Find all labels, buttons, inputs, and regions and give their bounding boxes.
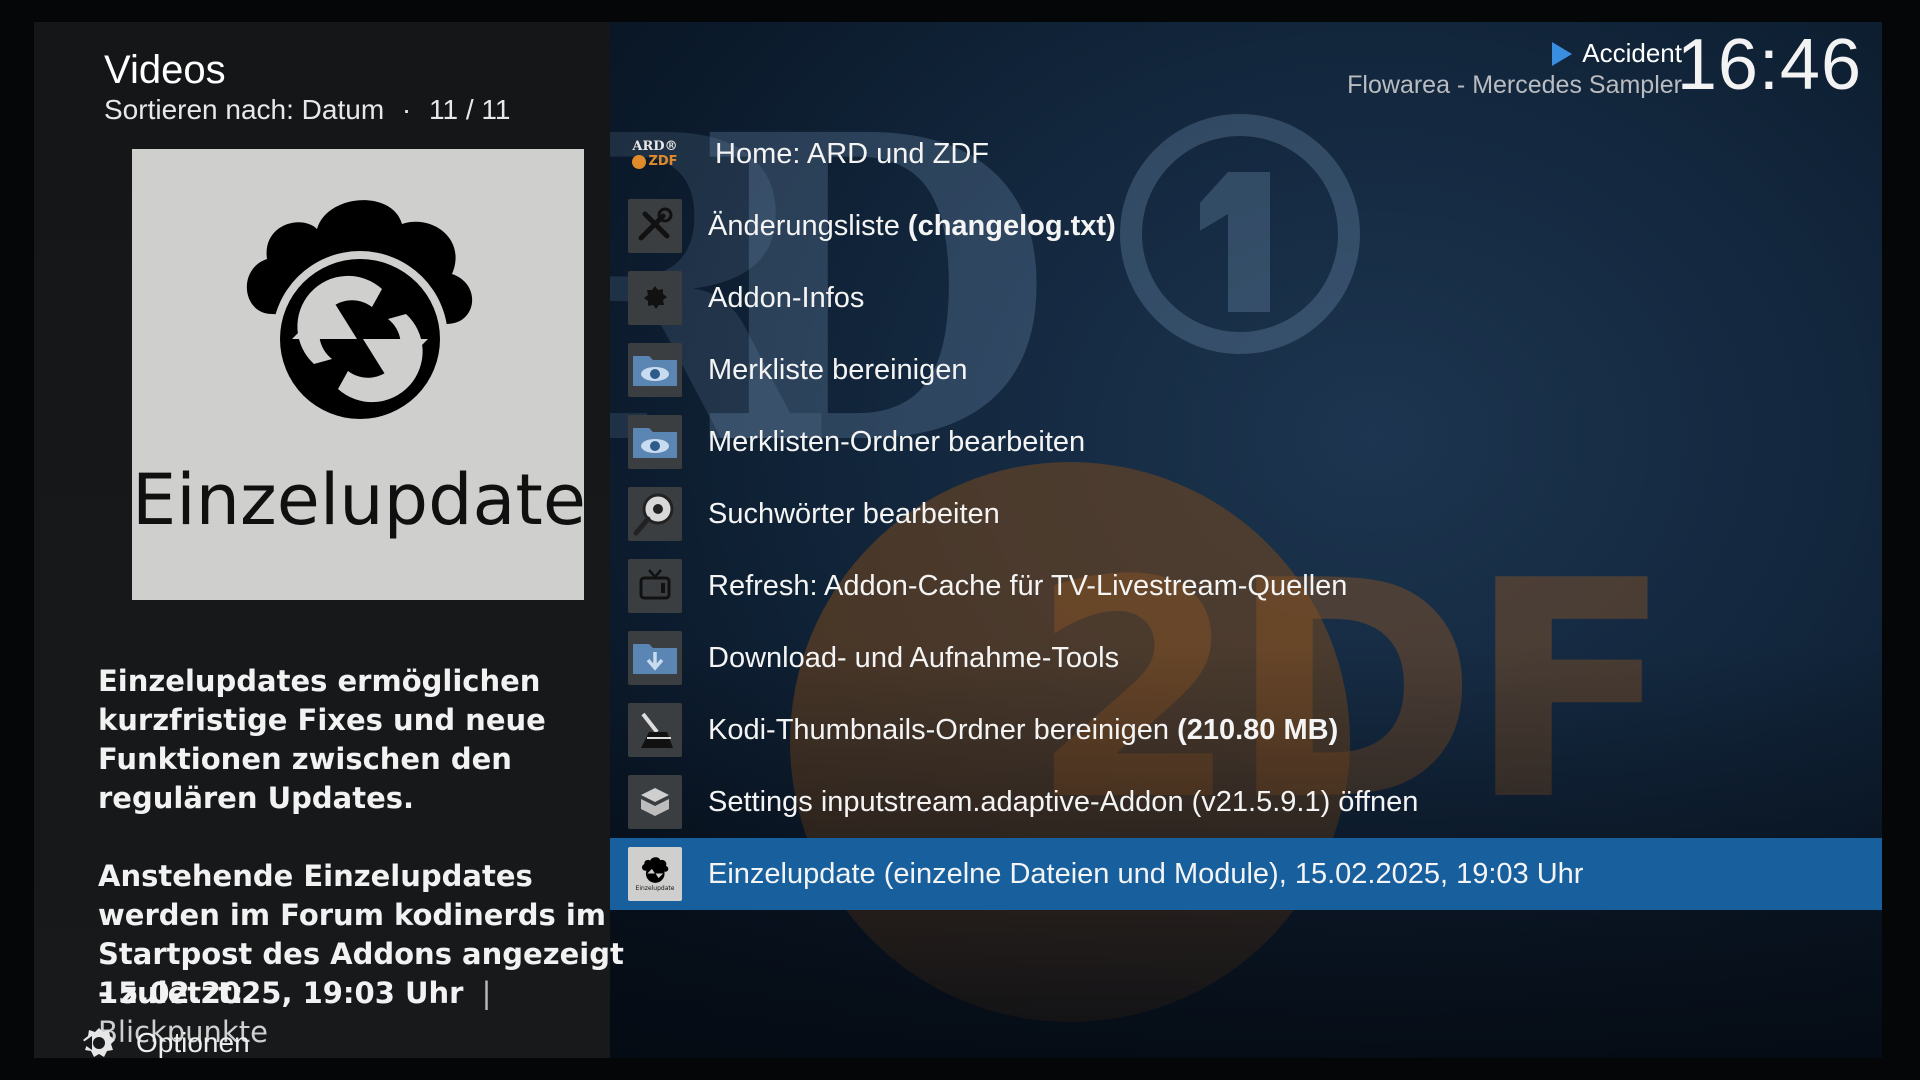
folder-eye-icon (628, 415, 682, 469)
info-panel: Videos Sortieren nach: Datum · 11 / 11 E… (34, 22, 624, 1060)
list-item[interactable]: Download- und Aufnahme-Tools (610, 622, 1882, 694)
zdf-logo-text: ZDF (648, 154, 678, 169)
list-item[interactable]: Merkliste bereinigen (610, 334, 1882, 406)
options-label: Optionen (136, 1027, 250, 1058)
list-item[interactable]: ARD® ZDF Home: ARD und ZDF (610, 118, 1882, 190)
list-item-text: Kodi-Thumbnails-Ordner bereinigen (708, 713, 1178, 746)
now-playing-subtitle: Flowarea - Mercedes Sampler (1347, 71, 1682, 99)
now-playing[interactable]: Accident Flowarea - Mercedes Sampler (1347, 38, 1682, 100)
list-item-label: Download- und Aufnahme-Tools (708, 642, 1119, 675)
list-item-label: Änderungsliste (changelog.txt) (708, 210, 1116, 243)
list-item-text: Addon-Infos (708, 281, 865, 314)
list-item-text: Download- und Aufnahme-Tools (708, 641, 1120, 674)
list-item-text: Settings inputstream.adaptive-Addon (v21… (708, 785, 1419, 818)
list-item[interactable]: Merklisten-Ordner bearbeiten (610, 406, 1882, 478)
list-item-text: Home: ARD und ZDF (715, 137, 989, 170)
tv-icon (628, 559, 682, 613)
ard-zdf-logo: ARD® ZDF (628, 127, 682, 181)
thumbnail-label-mini: Einzelupdate (635, 885, 675, 892)
list-item-label: Einzelupdate (einzelne Dateien und Modul… (708, 858, 1583, 891)
page-title: Videos (104, 48, 226, 92)
sort-label: Sortieren nach: Datum (104, 94, 385, 125)
list-item-bold-text: (changelog.txt) (907, 209, 1116, 242)
list-item-label: Kodi-Thumbnails-Ordner bereinigen (210.8… (708, 714, 1338, 747)
play-icon (1552, 41, 1573, 66)
thumbnail-label: Einzelupdate (132, 459, 586, 541)
now-playing-title: Accident (1582, 38, 1682, 68)
sort-separator: · (401, 94, 412, 125)
thumbnail: Einzelupdate (132, 149, 586, 600)
cloud-sync-icon (246, 200, 473, 427)
list-item-label: Merkliste bereinigen (708, 354, 968, 387)
gear-icon (628, 271, 682, 325)
sort-info[interactable]: Sortieren nach: Datum · 11 / 11 (104, 94, 511, 126)
list-item-text: Merklisten-Ordner bearbeiten (708, 425, 1086, 458)
list-item[interactable]: Kodi-Thumbnails-Ordner bereinigen (210.8… (610, 694, 1882, 766)
plot-paragraph-1: Einzelupdates ermöglichen kurzfristige F… (98, 664, 546, 815)
list-item-label: Merklisten-Ordner bearbeiten (708, 426, 1085, 459)
list-item-bold-text: (210.80 MB) (1177, 713, 1339, 746)
magnifier-icon (628, 487, 682, 541)
item-list: ARD® ZDF Home: ARD und ZDF Änderungsliste (… (610, 118, 1882, 910)
clock: 16:46 (1676, 25, 1862, 105)
options-button[interactable]: Optionen (82, 1026, 250, 1060)
list-item-label: Suchwörter bearbeiten (708, 498, 1000, 531)
broom-icon (628, 703, 682, 757)
plot-separator: | (481, 976, 492, 1010)
list-item[interactable]: Refresh: Addon-Cache für TV-Livestream-Q… (610, 550, 1882, 622)
now-playing-title-row: Accident (1347, 38, 1682, 69)
list-item-text: Suchwörter bearbeiten (708, 497, 1000, 530)
item-count: 11 / 11 (429, 94, 511, 125)
cloud-sync-icon: Einzelupdate (628, 847, 682, 901)
list-item[interactable]: Addon-Infos (610, 262, 1882, 334)
list-item-text: Merkliste bereinigen (708, 353, 968, 386)
tools-icon (628, 199, 682, 253)
list-item-label: Refresh: Addon-Cache für TV-Livestream-Q… (708, 570, 1347, 603)
list-item[interactable]: Settings inputstream.adaptive-Addon (v21… (610, 766, 1882, 838)
list-item-text: Einzelupdate (einzelne Dateien und Modul… (708, 857, 1584, 890)
plot-date: 15.02.2025, 19:03 Uhr (98, 976, 464, 1010)
list-item-label: Settings inputstream.adaptive-Addon (v21… (708, 786, 1418, 819)
list-item[interactable]: Änderungsliste (changelog.txt) (610, 190, 1882, 262)
list-item-label: Addon-Infos (708, 282, 864, 315)
ard-logo-text: ARD® (632, 138, 678, 154)
folder-eye-icon (628, 343, 682, 397)
folder-download-icon (628, 631, 682, 685)
list-item-text: Änderungsliste (708, 209, 908, 242)
list-item-text: Refresh: Addon-Cache für TV-Livestream-Q… (708, 569, 1348, 602)
list-item[interactable]: Einzelupdate Einzelupdate (einzelne Datei… (610, 838, 1882, 910)
box-icon (628, 775, 682, 829)
list-item[interactable]: Suchwörter bearbeiten (610, 478, 1882, 550)
screen: R D 2DF Videos Sortieren nach: Datum · 1… (0, 0, 1920, 1080)
options-icon (82, 1028, 115, 1057)
list-item-label: Home: ARD und ZDF (715, 138, 989, 171)
